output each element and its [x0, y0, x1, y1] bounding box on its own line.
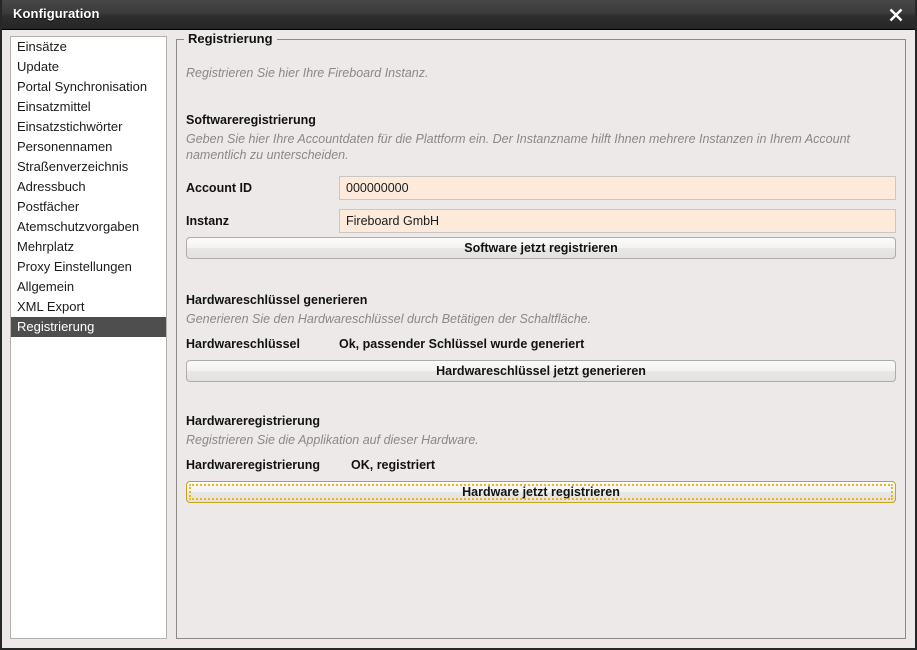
close-icon[interactable] — [885, 4, 907, 26]
instanz-input[interactable] — [339, 209, 896, 233]
section-title: Softwareregistrierung — [186, 113, 896, 127]
group-intro-text: Registrieren Sie hier Ihre Fireboard Ins… — [186, 66, 428, 80]
hardware-key-status-value: Ok, passender Schlüssel wurde generiert — [339, 337, 584, 351]
hardware-registration-status-label: Hardwareregistrierung — [186, 458, 320, 472]
sidebar-item-label: Allgemein — [17, 279, 74, 294]
hardware-key-status-label: Hardwareschlüssel — [186, 337, 300, 351]
window-title: Konfiguration — [13, 6, 100, 21]
register-hardware-button[interactable]: Hardware jetzt registrieren — [186, 481, 896, 503]
hardware-key-section: Hardwareschlüssel generieren Generieren … — [186, 293, 896, 382]
settings-category-list[interactable]: Einsätze Update Portal Synchronisation E… — [10, 36, 167, 639]
account-id-input[interactable] — [339, 176, 896, 200]
sidebar-item-label: Update — [17, 59, 59, 74]
sidebar-item-label: Proxy Einstellungen — [17, 259, 132, 274]
section-title: Hardwareregistrierung — [186, 414, 896, 428]
software-registration-section: Softwareregistrierung Geben Sie hier Ihr… — [186, 113, 896, 259]
sidebar-item-einsaetze[interactable]: Einsätze — [11, 37, 166, 57]
sidebar-item-label: XML Export — [17, 299, 84, 314]
hardware-registration-section: Hardwareregistrierung Registrieren Sie d… — [186, 414, 896, 503]
hardware-registration-status-row: Hardwareregistrierung OK, registriert — [186, 457, 896, 477]
account-id-row: Account ID — [186, 176, 896, 202]
sidebar-item-label: Atemschutzvorgaben — [17, 219, 139, 234]
section-description: Geben Sie hier Ihre Accountdaten für die… — [186, 131, 858, 163]
sidebar-item-label: Personennamen — [17, 139, 112, 154]
window-titlebar: Konfiguration — [2, 0, 915, 30]
hardware-registration-status-value: OK, registriert — [351, 458, 435, 472]
sidebar-item-allgemein[interactable]: Allgemein — [11, 277, 166, 297]
sidebar-item-label: Postfächer — [17, 199, 79, 214]
sidebar-item-personennamen[interactable]: Personennamen — [11, 137, 166, 157]
sidebar-item-einsatzmittel[interactable]: Einsatzmittel — [11, 97, 166, 117]
hardware-key-status-row: Hardwareschlüssel Ok, passender Schlüsse… — [186, 336, 896, 356]
section-description: Registrieren Sie die Applikation auf die… — [186, 432, 858, 448]
register-software-button[interactable]: Software jetzt registrieren — [186, 237, 896, 259]
instanz-label: Instanz — [186, 214, 229, 228]
groupbox-content: Registrieren Sie hier Ihre Fireboard Ins… — [177, 40, 905, 638]
section-title: Hardwareschlüssel generieren — [186, 293, 896, 307]
sidebar-item-mehrplatz[interactable]: Mehrplatz — [11, 237, 166, 257]
generate-hardware-key-button[interactable]: Hardwareschlüssel jetzt generieren — [186, 360, 896, 382]
konfiguration-window: Konfiguration Einsätze Update Portal Syn… — [0, 0, 917, 650]
sidebar-item-registrierung[interactable]: Registrierung — [11, 317, 166, 337]
instanz-row: Instanz — [186, 209, 896, 235]
sidebar-item-adressbuch[interactable]: Adressbuch — [11, 177, 166, 197]
sidebar-item-label: Straßenverzeichnis — [17, 159, 128, 174]
sidebar-item-portal-synchronisation[interactable]: Portal Synchronisation — [11, 77, 166, 97]
sidebar-item-postfaecher[interactable]: Postfächer — [11, 197, 166, 217]
account-id-label: Account ID — [186, 181, 252, 195]
sidebar-item-label: Mehrplatz — [17, 239, 74, 254]
sidebar-item-label: Portal Synchronisation — [17, 79, 147, 94]
section-description: Generieren Sie den Hardwareschlüssel dur… — [186, 311, 858, 327]
sidebar-item-label: Einsatzmittel — [17, 99, 91, 114]
sidebar-item-einsatzstichwoerter[interactable]: Einsatzstichwörter — [11, 117, 166, 137]
sidebar-item-label: Registrierung — [17, 319, 94, 334]
sidebar-item-update[interactable]: Update — [11, 57, 166, 77]
sidebar-item-proxy-einstellungen[interactable]: Proxy Einstellungen — [11, 257, 166, 277]
sidebar-item-atemschutzvorgaben[interactable]: Atemschutzvorgaben — [11, 217, 166, 237]
sidebar-item-label: Adressbuch — [17, 179, 86, 194]
sidebar-item-xml-export[interactable]: XML Export — [11, 297, 166, 317]
window-content: Einsätze Update Portal Synchronisation E… — [2, 31, 915, 648]
sidebar-item-label: Einsatzstichwörter — [17, 119, 122, 134]
sidebar-item-strassenverzeichnis[interactable]: Straßenverzeichnis — [11, 157, 166, 177]
sidebar-item-label: Einsätze — [17, 39, 67, 54]
registrierung-groupbox: Registrierung Registrieren Sie hier Ihre… — [176, 39, 906, 639]
